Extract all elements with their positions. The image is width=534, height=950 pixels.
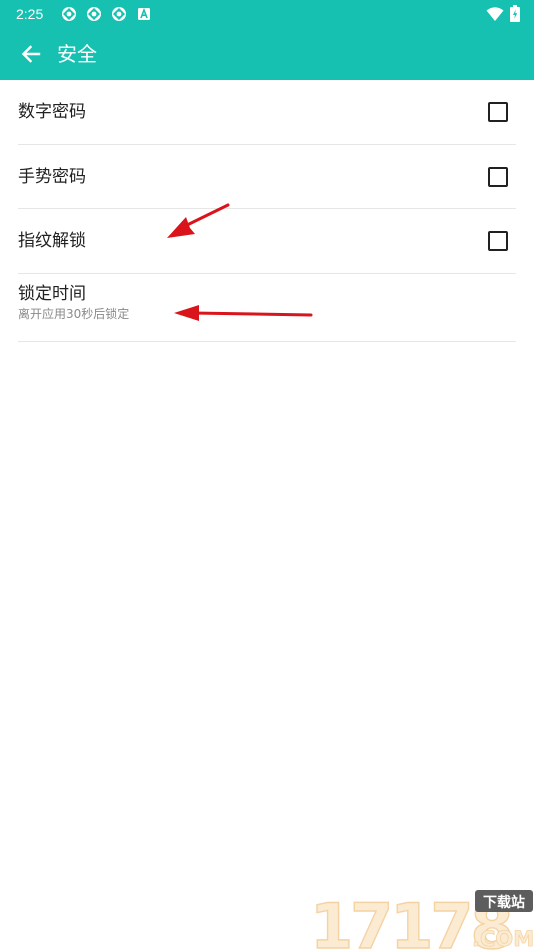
setting-label: 数字密码 [18,102,86,122]
gesture-password-checkbox[interactable] [488,166,508,187]
status-system-icons [486,5,520,22]
numeric-password-checkbox[interactable] [488,102,508,122]
app-notification-icon [112,7,126,21]
app-notification-icon [87,7,101,21]
app-header: 2:25 安全 [0,0,534,80]
fingerprint-unlock-checkbox[interactable] [488,231,508,251]
setting-row-numeric-password[interactable]: 数字密码 [18,80,516,145]
setting-row-gesture-password[interactable]: 手势密码 [18,145,516,209]
wifi-icon [486,6,504,21]
site-watermark: 17178 下载站 .COM [304,888,534,950]
app-notification-icon [62,7,76,21]
a-icon [138,7,150,20]
arrow-back-icon [21,45,41,63]
page-title: 安全 [57,42,97,66]
site-logo: 17178 下载站 .COM [309,889,534,950]
status-time: 2:25 [16,6,44,22]
setting-row-lock-time[interactable]: 锁定时间 离开应用30秒后锁定 [18,274,516,342]
svg-text:.COM: .COM [472,927,534,950]
setting-sublabel: 离开应用30秒后锁定 [18,306,130,321]
svg-text:下载站: 下载站 [483,894,525,911]
setting-row-fingerprint-unlock[interactable]: 指纹解锁 [18,209,516,274]
back-button[interactable] [16,39,46,69]
setting-label: 指纹解锁 [18,231,86,251]
setting-label: 手势密码 [18,166,86,187]
battery-icon [510,5,520,22]
status-notification-icons [60,5,153,23]
setting-label: 锁定时间 [18,283,86,304]
settings-list: 数字密码 手势密码 指纹解锁 锁定时间 离开应用30秒后锁定 [18,80,516,342]
